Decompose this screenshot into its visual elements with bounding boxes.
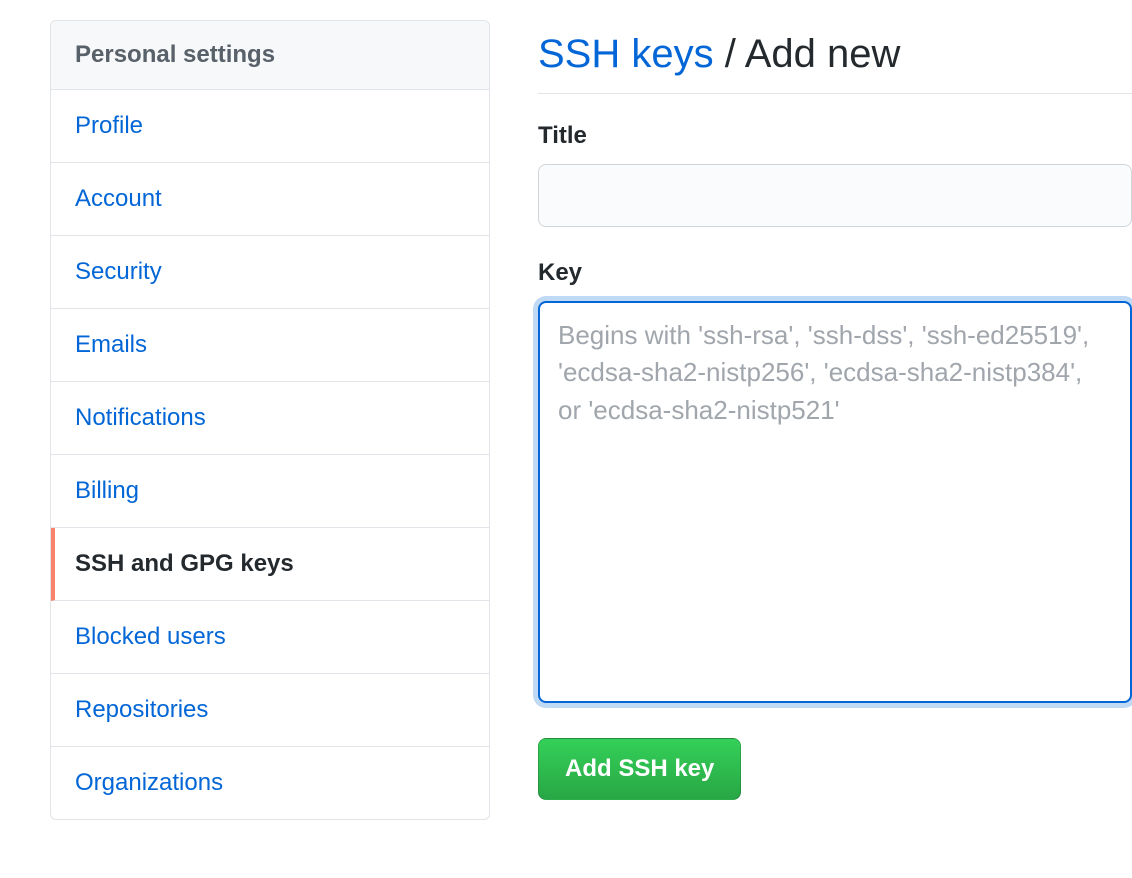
sidebar-item-blocked-users[interactable]: Blocked users [51,601,489,674]
sidebar-item-ssh-gpg-keys[interactable]: SSH and GPG keys [51,528,489,601]
sidebar-header: Personal settings [51,21,489,90]
sidebar-item-emails[interactable]: Emails [51,309,489,382]
add-ssh-key-button[interactable]: Add SSH key [538,738,741,800]
title-input[interactable] [538,164,1132,227]
page-title-current: Add new [745,32,901,76]
key-textarea[interactable] [538,301,1132,703]
sidebar-item-account[interactable]: Account [51,163,489,236]
sidebar-item-billing[interactable]: Billing [51,455,489,528]
main-content: SSH keys / Add new Title Key Add SSH key [538,20,1132,820]
page-title: SSH keys / Add new [538,32,1132,94]
sidebar-item-repositories[interactable]: Repositories [51,674,489,747]
settings-sidebar: Personal settings Profile Account Securi… [50,20,490,820]
sidebar-item-organizations[interactable]: Organizations [51,747,489,819]
title-field-group: Title [538,122,1132,227]
key-label: Key [538,259,1132,287]
title-label: Title [538,122,1132,150]
sidebar-item-notifications[interactable]: Notifications [51,382,489,455]
key-field-group: Key [538,259,1132,706]
page-title-separator: / [714,32,745,76]
sidebar-item-security[interactable]: Security [51,236,489,309]
sidebar-item-profile[interactable]: Profile [51,90,489,163]
page-title-link[interactable]: SSH keys [538,32,714,76]
